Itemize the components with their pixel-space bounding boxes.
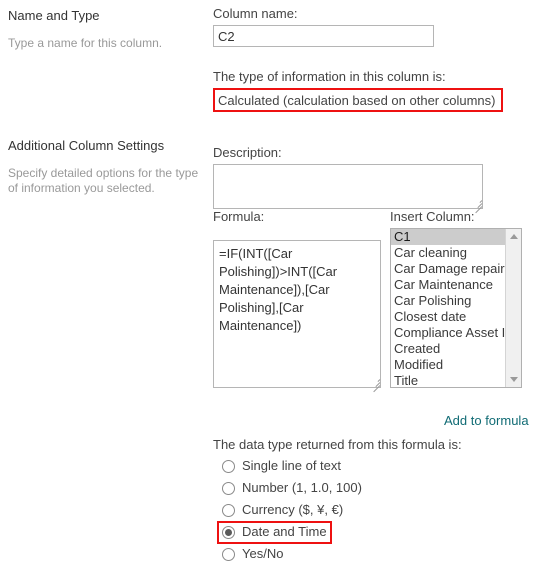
name-and-type-section: Name and Type Type a name for this colum…	[8, 0, 204, 51]
radio-button[interactable]	[222, 547, 235, 561]
insert-column-option[interactable]: Car Damage repair	[391, 261, 505, 277]
add-to-formula-link[interactable]: Add to formula	[444, 413, 529, 428]
data-type-option-row[interactable]: Date and Time	[222, 521, 362, 543]
radio-button[interactable]	[222, 481, 235, 495]
description-label: Description:	[213, 145, 282, 160]
data-type-label: The data type returned from this formula…	[213, 437, 462, 452]
column-name-input[interactable]	[213, 25, 434, 47]
data-type-option-row[interactable]: Single line of text	[222, 455, 362, 477]
insert-column-option[interactable]: Compliance Asset Id	[391, 325, 505, 341]
insert-column-option[interactable]: Car Maintenance	[391, 277, 505, 293]
data-type-option-row[interactable]: Currency ($, ¥, €)	[222, 499, 362, 521]
name-and-type-heading: Name and Type	[8, 8, 100, 23]
scroll-up-arrow-icon[interactable]	[506, 229, 521, 244]
formula-textarea[interactable]	[213, 240, 381, 388]
insert-column-option[interactable]: Created	[391, 341, 505, 357]
data-type-option-label: Currency ($, ¥, €)	[242, 502, 344, 517]
insert-column-option[interactable]: Car cleaning	[391, 245, 505, 261]
insert-column-option[interactable]: Closest date	[391, 309, 505, 325]
data-type-radio-group[interactable]: Single line of text Number (1, 1.0, 100) C…	[222, 455, 362, 565]
data-type-option-label: Single line of text	[242, 458, 342, 473]
data-type-option-row[interactable]: Yes/No	[222, 543, 362, 565]
insert-column-option[interactable]: Modified	[391, 357, 505, 373]
description-textarea[interactable]	[213, 164, 483, 209]
insert-column-label: Insert Column:	[390, 209, 475, 224]
insert-column-scrollbar[interactable]	[505, 229, 521, 387]
additional-column-settings-section: Additional Column Settings Specify detai…	[8, 138, 208, 196]
insert-column-option[interactable]: C1	[391, 229, 505, 245]
radio-button[interactable]	[222, 525, 235, 539]
additional-column-settings-heading: Additional Column Settings	[8, 138, 165, 153]
formula-label: Formula:	[213, 209, 265, 224]
column-name-label: Column name:	[213, 6, 298, 21]
insert-column-list[interactable]: C1 Car cleaning Car Damage repair Car Maint…	[391, 229, 505, 387]
radio-button[interactable]	[222, 459, 235, 473]
data-type-option-label: Date and Time	[242, 524, 327, 539]
data-type-option-label: Number (1, 1.0, 100)	[242, 480, 362, 495]
column-type-value[interactable]: Calculated (calculation based on other c…	[218, 92, 496, 110]
column-type-label: The type of information in this column i…	[213, 69, 446, 84]
insert-column-option[interactable]: Car Polishing	[391, 293, 505, 309]
data-type-option-label: Yes/No	[242, 546, 284, 561]
data-type-option-row[interactable]: Number (1, 1.0, 100)	[222, 477, 362, 499]
scroll-down-arrow-icon[interactable]	[506, 372, 521, 387]
additional-column-settings-note: Specify detailed options for the type of…	[8, 166, 199, 195]
insert-column-option[interactable]: Title	[391, 373, 505, 387]
name-and-type-note: Type a name for this column.	[8, 36, 163, 50]
radio-button[interactable]	[222, 503, 235, 517]
insert-column-listbox[interactable]: C1 Car cleaning Car Damage repair Car Maint…	[390, 228, 522, 388]
